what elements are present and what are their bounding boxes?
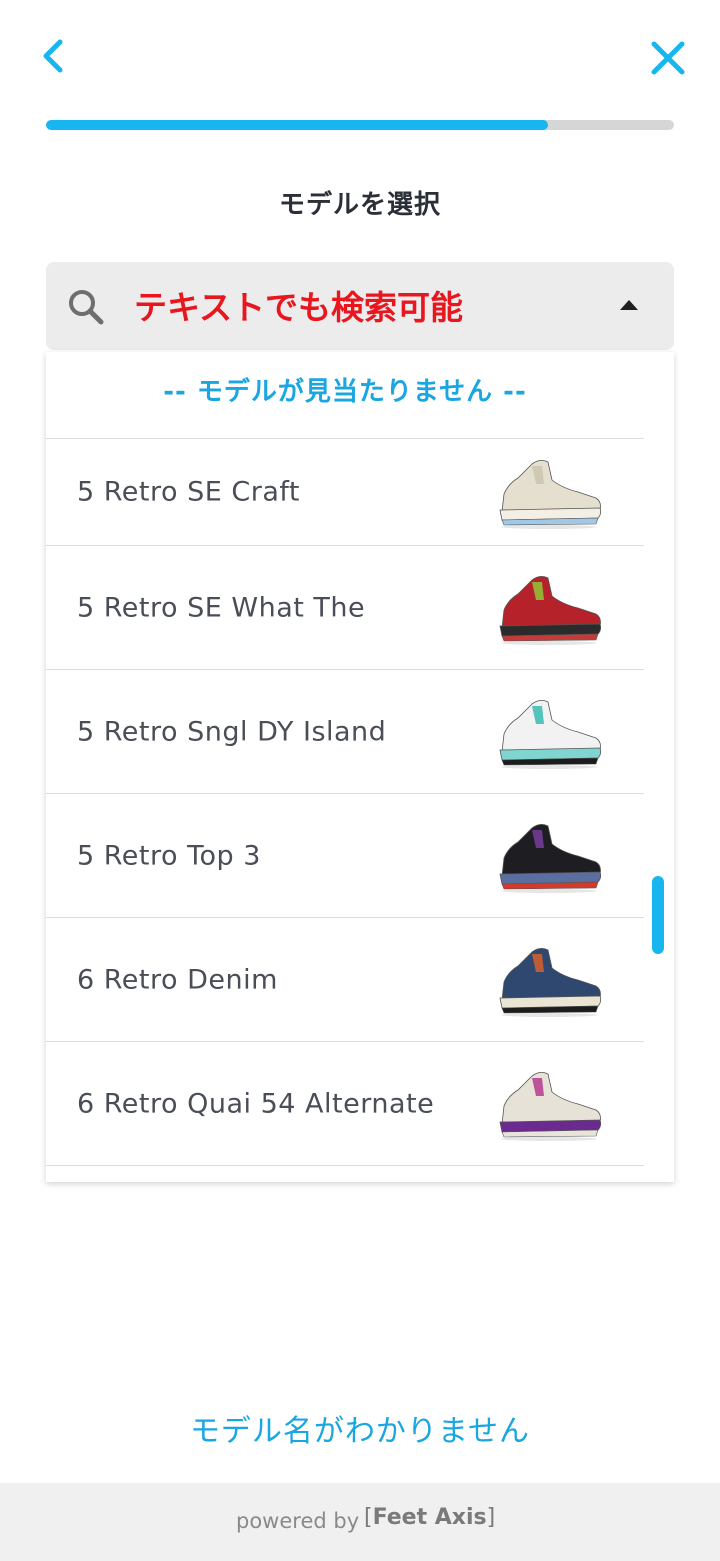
close-icon xyxy=(651,41,685,75)
model-item-label: 6 Retro Quai 54 Alternate xyxy=(77,1088,435,1119)
model-list-item[interactable]: 5 Retro Sngl DY Island xyxy=(46,670,644,794)
model-item-label: 5 Retro Top 3 xyxy=(77,840,261,871)
model-item-label: 5 Retro SE What The xyxy=(77,592,366,623)
sneaker-thumbnail xyxy=(492,942,606,1018)
unknown-model-link[interactable]: モデル名がわかりません xyxy=(0,1406,720,1450)
powered-by-label: powered by xyxy=(236,1509,360,1533)
model-dropdown-list[interactable]: -- モデルが見当たりません -- 5 Retro SE Craft 5 Retr… xyxy=(46,352,674,1182)
model-list-item[interactable]: 5 Retro SE Craft xyxy=(46,439,644,546)
footer: powered by [Feet Axis] xyxy=(0,1483,720,1561)
sneaker-thumbnail xyxy=(492,570,606,646)
caret-up-icon[interactable] xyxy=(618,298,640,312)
model-item-label: 5 Retro SE Craft xyxy=(77,476,301,508)
model-item-label: 6 Retro Denim xyxy=(77,964,278,995)
model-list-item[interactable]: 5 Retro Top 3 xyxy=(46,794,644,918)
chevron-left-icon xyxy=(43,39,63,73)
sneaker-thumbnail xyxy=(492,454,606,530)
model-search-box[interactable] xyxy=(46,262,674,350)
model-item-label: 5 Retro Sngl DY Island xyxy=(77,716,387,747)
close-button[interactable] xyxy=(648,38,688,78)
model-list-item[interactable]: 5 Retro SE What The xyxy=(46,546,644,670)
model-list-item[interactable]: 6 Retro Quai 54 Alternate xyxy=(46,1042,644,1166)
sneaker-thumbnail xyxy=(492,1066,606,1142)
sneaker-thumbnail xyxy=(492,818,606,894)
brand-logo: [Feet Axis] xyxy=(364,1505,496,1530)
progress-fill xyxy=(46,120,549,130)
search-input[interactable] xyxy=(134,284,594,330)
model-list-item[interactable]: 6 Retro Denim xyxy=(46,918,644,1042)
brand-name: Feet Axis xyxy=(372,1505,487,1530)
progress-bar xyxy=(46,120,674,130)
no-model-found-option[interactable]: -- モデルが見当たりません -- xyxy=(46,352,644,439)
list-scrollbar[interactable] xyxy=(652,876,664,954)
back-button[interactable] xyxy=(36,36,76,76)
page-title: モデルを選択 xyxy=(278,190,441,220)
sneaker-thumbnail xyxy=(492,694,606,770)
search-icon xyxy=(69,290,104,325)
